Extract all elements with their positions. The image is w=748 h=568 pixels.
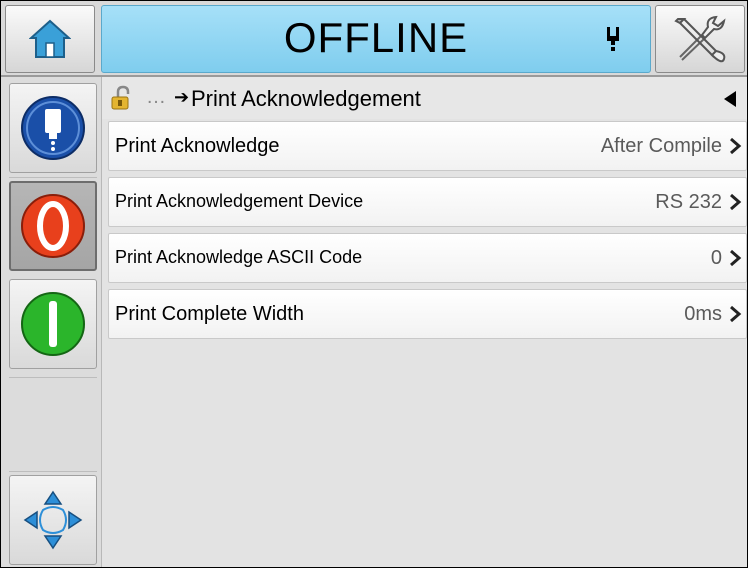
setting-row-print-acknowledge-ascii-code[interactable]: Print Acknowledge ASCII Code 0 — [108, 233, 747, 283]
setting-label: Print Acknowledgement Device — [115, 191, 364, 211]
setting-label: Print Acknowledge ASCII Code — [115, 247, 363, 267]
status-bar[interactable]: OFFLINE — [101, 5, 651, 73]
chevron-right-icon — [730, 193, 742, 211]
top-bar: OFFLINE — [1, 1, 747, 77]
breadcrumb-ellipsis: … — [146, 86, 166, 108]
ink-icon — [21, 96, 85, 160]
setting-row-print-acknowledgement-device[interactable]: Print Acknowledgement Device RS 232 — [108, 177, 747, 227]
setting-row-print-acknowledge[interactable]: Print Acknowledge After Compile — [108, 121, 747, 171]
divider — [9, 177, 97, 178]
divider — [9, 471, 97, 472]
printhead-icon — [607, 27, 619, 51]
breadcrumb-arrow-icon: ➔ — [174, 87, 190, 107]
start-button[interactable] — [9, 279, 97, 369]
chevron-right-icon — [730, 137, 742, 155]
tools-button[interactable] — [655, 5, 745, 73]
stop-icon — [21, 194, 85, 258]
setting-label: Print Complete Width — [115, 303, 304, 325]
setting-value: After Compile — [600, 135, 722, 157]
tools-icon — [674, 15, 726, 63]
setting-value: RS 232 — [655, 191, 722, 213]
status-text: OFFLINE — [283, 14, 469, 61]
content-panel: … ➔ Print Acknowledgement Print Acknowle… — [102, 77, 747, 567]
setting-value: 0 — [710, 247, 722, 269]
printer-screen: OFFLINE … ➔ Print Acknowledgement Print … — [0, 0, 748, 568]
divider — [9, 377, 97, 378]
page-title: Print Acknowledgement — [191, 86, 421, 111]
setting-value: 0ms — [684, 303, 722, 325]
stop-button[interactable] — [9, 181, 97, 271]
home-icon — [29, 19, 71, 58]
setting-label: Print Acknowledge — [115, 135, 280, 157]
start-icon — [21, 292, 85, 356]
back-icon[interactable] — [723, 90, 737, 108]
setting-row-print-complete-width[interactable]: Print Complete Width 0ms — [108, 289, 747, 339]
chevron-right-icon — [730, 305, 742, 323]
breadcrumb: … ➔ Print Acknowledgement — [102, 77, 747, 119]
navigation-button[interactable] — [9, 475, 97, 565]
chevron-right-icon — [730, 249, 742, 267]
navigation-icon — [23, 490, 83, 550]
sidebar — [1, 77, 102, 567]
unlocked-icon — [111, 85, 130, 110]
home-button[interactable] — [5, 5, 95, 73]
ink-system-button[interactable] — [9, 83, 97, 173]
